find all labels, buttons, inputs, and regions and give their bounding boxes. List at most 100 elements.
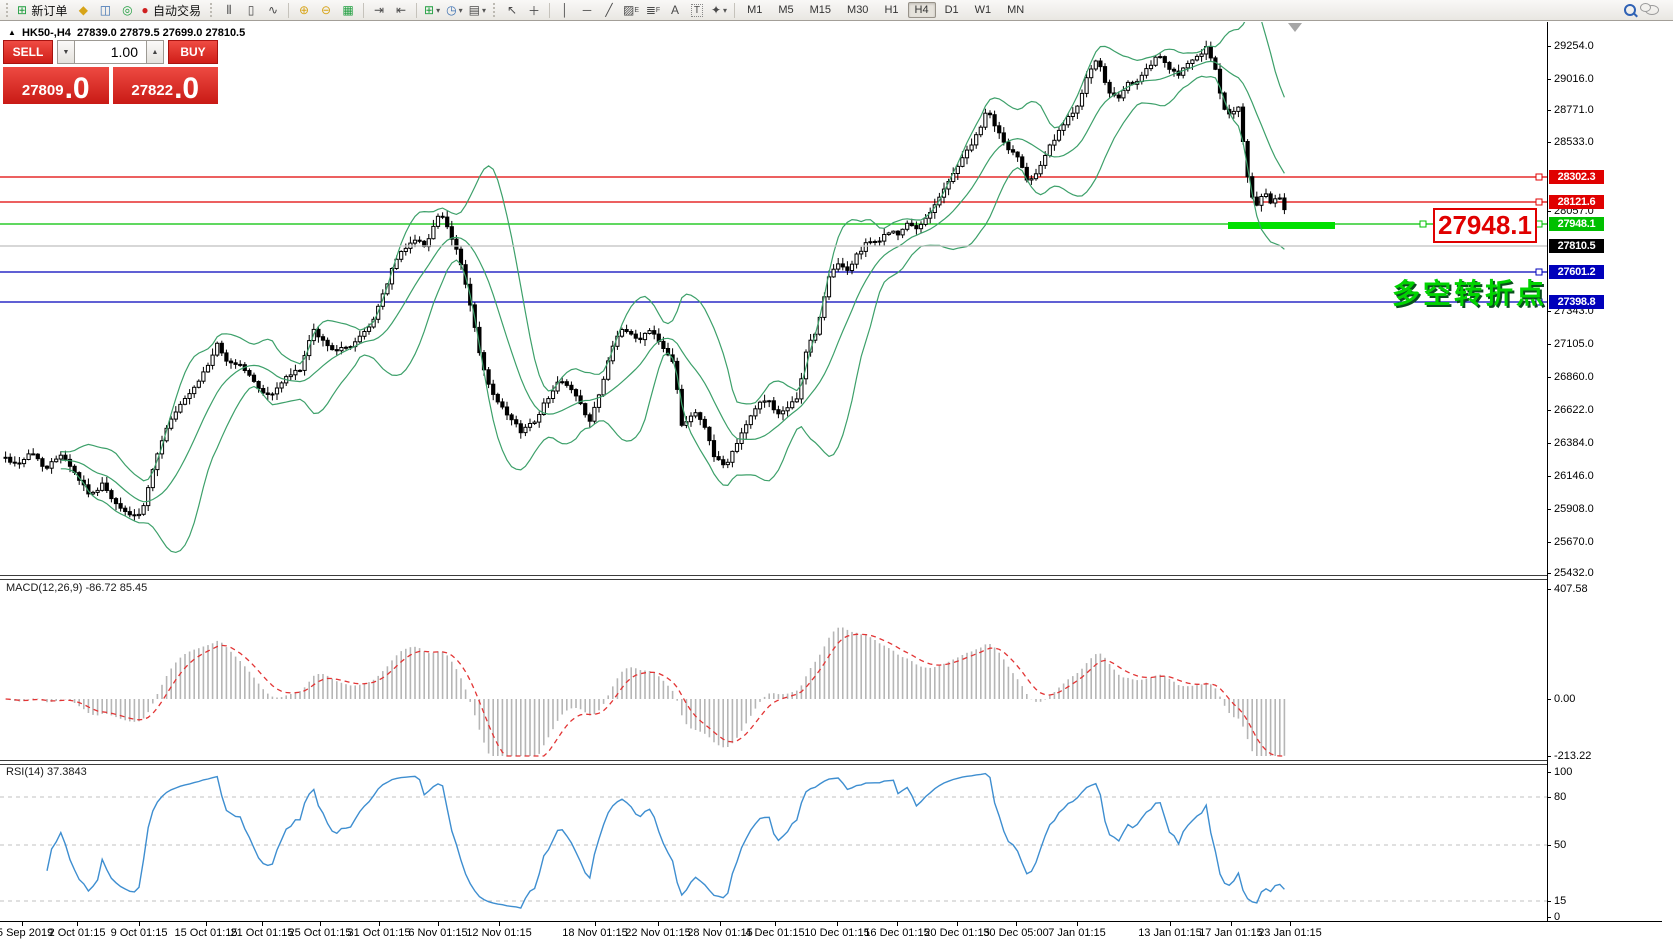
indicators-button[interactable]: ⊞▾ [421, 1, 443, 19]
bar-chart-icon: ⫴ [227, 3, 232, 18]
main-chart-canvas[interactable] [0, 22, 1547, 577]
y-tick-label: -213.22 [1554, 751, 1591, 762]
text-label-icon: T [691, 4, 703, 17]
time-tick-label: 2 Oct 01:15 [49, 927, 106, 939]
text-button[interactable]: A [664, 1, 686, 19]
horizontal-line-icon: ─ [583, 3, 592, 17]
close-order-button[interactable]: ◆ [72, 1, 94, 19]
zoom-out-button[interactable]: ⊖ [315, 1, 337, 19]
timeframe-button-m15[interactable]: M15 [803, 2, 838, 18]
toolbar-separator [288, 3, 289, 18]
y-tick-label: 27105.0 [1554, 339, 1594, 350]
fibonacci-button[interactable]: ≣F [642, 1, 664, 19]
timeframe-button-m1[interactable]: M1 [740, 2, 769, 18]
community-chat-button[interactable] [1641, 1, 1663, 19]
candle-chart-button[interactable]: ▯ [240, 1, 262, 19]
y-tick-label: 0 [1554, 912, 1560, 923]
chart-shift-button[interactable]: ⇤ [390, 1, 412, 19]
vertical-line-icon: │ [561, 3, 569, 17]
rsi-indicator-label: RSI(14) 37.3843 [6, 766, 87, 778]
macd-pane-canvas[interactable] [0, 579, 1547, 760]
y-tick-label: 29254.0 [1554, 41, 1594, 52]
x-tick-mark [957, 921, 958, 926]
time-tick-label: 10 Dec 01:15 [804, 927, 869, 939]
vline-button[interactable]: │ [554, 1, 576, 19]
x-tick-mark [1231, 921, 1232, 926]
timeframe-button-h1[interactable]: H1 [877, 2, 905, 18]
timeframe-button-h4[interactable]: H4 [908, 2, 936, 18]
pivot-text-annotation[interactable]: 多空转折点 [1392, 272, 1547, 312]
y-tick-mark [1547, 917, 1551, 918]
new-chart-button[interactable]: ◫ [94, 1, 116, 19]
time-tick-label: 25 Sep 2019 [0, 927, 53, 939]
y-tick-mark [1547, 589, 1551, 590]
chevron-down-icon: ▾ [482, 6, 486, 15]
channel-button[interactable]: ▨E [620, 1, 642, 19]
auto-scroll-button[interactable]: ⇥ [368, 1, 390, 19]
timeframe-button-m30[interactable]: M30 [840, 2, 875, 18]
chart-shift-icon: ⇤ [396, 3, 406, 17]
chart-shift-marker-icon[interactable] [1288, 23, 1302, 32]
timeframe-button-w1[interactable]: W1 [968, 2, 999, 18]
trendline-icon: ╱ [605, 3, 612, 17]
search-button[interactable] [1619, 1, 1641, 19]
tile-windows-icon: ▦ [342, 3, 353, 17]
y-tick-mark [1547, 901, 1551, 902]
bar-chart-button[interactable]: ⫴ [218, 1, 240, 19]
tile-windows-button[interactable]: ▦ [337, 1, 359, 19]
y-tick-label: 26384.0 [1554, 438, 1594, 449]
mt4-window: { "toolbar": { "new_order_label": "新订单",… [0, 0, 1673, 943]
crosshair-button[interactable]: ＋ [523, 1, 545, 19]
time-tick-label: 23 Jan 01:15 [1258, 927, 1322, 939]
x-tick-mark [379, 921, 380, 926]
timeframe-button-d1[interactable]: D1 [938, 2, 966, 18]
x-tick-mark [1170, 921, 1171, 926]
trendline-button[interactable]: ╱ [598, 1, 620, 19]
y-tick-mark [1547, 46, 1551, 47]
chevron-down-icon: ▾ [436, 6, 440, 15]
time-tick-label: 22 Nov 01:15 [625, 927, 690, 939]
arrows-button[interactable]: ✦▾ [708, 1, 730, 19]
level-price-axis-label: 28121.6 [1549, 195, 1604, 209]
y-tick-label: 25670.0 [1554, 537, 1594, 548]
signals-button[interactable]: ◎ [116, 1, 138, 19]
toolbar-separator [734, 3, 735, 18]
text-label-button[interactable]: T [686, 1, 708, 19]
fibonacci-icon: ≣ [646, 3, 656, 17]
y-tick-mark [1547, 311, 1551, 312]
y-tick-label: 29016.0 [1554, 74, 1594, 85]
line-chart-button[interactable]: ∿ [262, 1, 284, 19]
y-tick-mark [1547, 377, 1551, 378]
rsi-pane-canvas[interactable] [0, 764, 1547, 920]
hline-button[interactable]: ─ [576, 1, 598, 19]
x-tick-mark [897, 921, 898, 926]
templates-button[interactable]: ▤▾ [466, 1, 489, 19]
timeframe-button-m5[interactable]: M5 [771, 2, 800, 18]
zoom-in-icon: ⊕ [299, 3, 309, 17]
toolbar-grip [6, 3, 10, 17]
y-tick-mark [1547, 79, 1551, 80]
x-tick-mark [262, 921, 263, 926]
cursor-button[interactable]: ↖ [501, 1, 523, 19]
x-tick-mark [775, 921, 776, 926]
time-tick-label: 25 Oct 01:15 [289, 927, 352, 939]
x-tick-mark [658, 921, 659, 926]
level-price-axis-label: 27398.8 [1549, 295, 1604, 309]
time-tick-label: 16 Dec 01:15 [864, 927, 929, 939]
y-tick-label: 50 [1554, 840, 1566, 851]
timeframe-button-mn[interactable]: MN [1000, 2, 1031, 18]
new-order-icon: ⊞ [17, 3, 27, 17]
autotrade-icon: ● [141, 3, 148, 17]
x-tick-mark [77, 921, 78, 926]
current-price-axis-label: 27810.5 [1549, 239, 1604, 253]
periods-button[interactable]: ◷▾ [443, 1, 466, 19]
toolbar-separator [363, 3, 364, 18]
zoom-in-button[interactable]: ⊕ [293, 1, 315, 19]
price-tag-annotation[interactable]: 27948.1 [1433, 208, 1537, 243]
new-order-button[interactable]: ⊞ 新订单 [14, 1, 72, 19]
search-icon [1624, 4, 1636, 16]
y-tick-label: 26622.0 [1554, 405, 1594, 416]
time-tick-label: 17 Jan 01:15 [1199, 927, 1263, 939]
y-tick-mark [1547, 476, 1551, 477]
autotrade-button[interactable]: ● 自动交易 [138, 1, 206, 19]
